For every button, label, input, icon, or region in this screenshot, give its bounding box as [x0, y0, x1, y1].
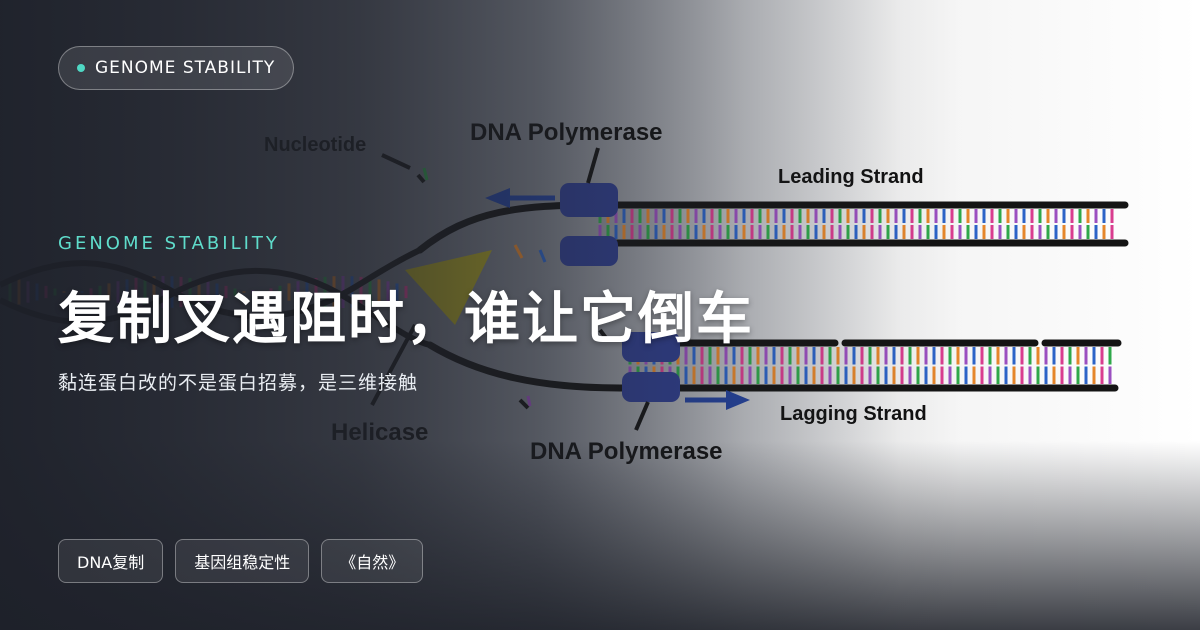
- tag-nature[interactable]: 《自然》: [321, 539, 424, 583]
- polymerase-top-upper: [560, 183, 618, 217]
- polymerase-top-lower: [560, 236, 618, 266]
- tag-dna-replication[interactable]: DNA复制: [58, 539, 164, 583]
- page-title: 复制叉遇阻时，谁让它倒车: [58, 287, 754, 352]
- page-subtitle: 黏连蛋白改的不是蛋白招募，是三维接触: [58, 372, 419, 394]
- badge-dot-icon: [77, 64, 85, 72]
- label-polymerase-top: DNA Polymerase: [470, 119, 663, 146]
- category-badge: GENOME STABILITY: [58, 46, 295, 90]
- label-leading-strand: Leading Strand: [778, 166, 924, 188]
- tag-list: DNA复制 基因组稳定性 《自然》: [58, 539, 424, 583]
- tag-genome-stability[interactable]: 基因组稳定性: [175, 539, 310, 583]
- badge-label: GENOME STABILITY: [95, 58, 276, 78]
- label-lagging-strand: Lagging Strand: [780, 403, 927, 425]
- kicker-label: GENOME STABILITY: [58, 233, 280, 254]
- polymerase-bottom-lower: [622, 372, 680, 402]
- label-polymerase-bottom: DNA Polymerase: [530, 438, 723, 465]
- label-nucleotide: Nucleotide: [264, 134, 366, 156]
- label-helicase: Helicase: [331, 419, 428, 446]
